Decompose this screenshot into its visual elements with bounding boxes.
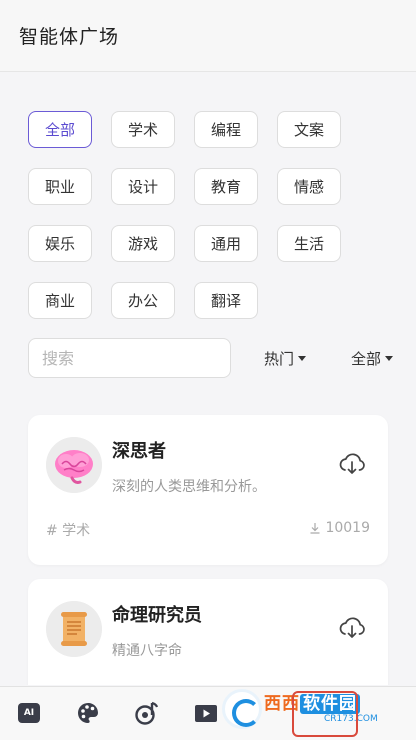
tag-translation[interactable]: 翻译	[194, 282, 258, 319]
agent-card[interactable]: 深思者 深刻的人类思维和分析。 # 学术 10019	[28, 415, 388, 565]
tag-life[interactable]: 生活	[277, 225, 341, 262]
agent-name: 深思者	[112, 441, 166, 462]
agent-category-tag: # 学术	[46, 523, 91, 539]
caret-down-icon	[298, 355, 307, 361]
tag-programming[interactable]: 编程	[194, 111, 258, 148]
nav-agent-square-highlight[interactable]	[292, 691, 358, 737]
palette-icon	[78, 703, 98, 723]
agent-name: 命理研究员	[112, 605, 202, 626]
music-icon	[135, 701, 159, 725]
tag-copywriting[interactable]: 文案	[277, 111, 341, 148]
main-content: 全部 学术 编程 文案 职业 设计 教育 情感 娱乐 游戏 通用 生活 商业 办…	[0, 73, 416, 685]
download-arrow-icon	[310, 523, 320, 534]
tag-business[interactable]: 商业	[28, 282, 92, 319]
search-filter-row: 热门 全部	[28, 338, 400, 378]
nav-music[interactable]	[134, 700, 160, 726]
tag-general[interactable]: 通用	[194, 225, 258, 262]
download-count-value: 10019	[325, 520, 370, 536]
bottom-navigation: AI 西西 软件园 CR173.COM	[0, 686, 416, 740]
tag-games[interactable]: 游戏	[111, 225, 175, 262]
tag-emotion[interactable]: 情感	[277, 168, 341, 205]
nav-painting[interactable]	[75, 700, 101, 726]
agent-description: 精通八字命	[112, 643, 182, 659]
sort-dropdown-label: 热门	[264, 349, 295, 368]
search-input[interactable]	[28, 338, 231, 378]
page-title: 智能体广场	[19, 26, 120, 48]
tag-career[interactable]: 职业	[28, 168, 92, 205]
scope-dropdown[interactable]: 全部	[351, 338, 394, 378]
agent-card[interactable]: 命理研究员 精通八字命	[28, 579, 388, 685]
watermark-logo-icon	[222, 689, 262, 729]
tag-design[interactable]: 设计	[111, 168, 175, 205]
tag-academic[interactable]: 学术	[111, 111, 175, 148]
ai-icon: AI	[18, 703, 40, 723]
category-tags: 全部 学术 编程 文案 职业 设计 教育 情感 娱乐 游戏 通用 生活 商业 办…	[28, 111, 341, 319]
cloud-download-icon[interactable]	[338, 615, 366, 641]
nav-ai-chat[interactable]: AI	[16, 700, 42, 726]
app-header: 智能体广场	[0, 0, 416, 72]
nav-video[interactable]	[193, 700, 219, 726]
tag-all[interactable]: 全部	[28, 111, 92, 148]
brain-avatar-icon	[46, 437, 102, 493]
scroll-avatar-icon	[46, 601, 102, 657]
scope-dropdown-label: 全部	[351, 349, 382, 368]
download-count: 10019	[309, 520, 370, 536]
sort-dropdown[interactable]: 热门	[264, 338, 307, 378]
tag-entertainment[interactable]: 娱乐	[28, 225, 92, 262]
caret-down-icon	[385, 355, 394, 361]
tag-office[interactable]: 办公	[111, 282, 175, 319]
agent-description: 深刻的人类思维和分析。	[112, 479, 266, 495]
cloud-download-icon[interactable]	[338, 451, 366, 477]
video-icon	[195, 705, 217, 722]
tag-education[interactable]: 教育	[194, 168, 258, 205]
